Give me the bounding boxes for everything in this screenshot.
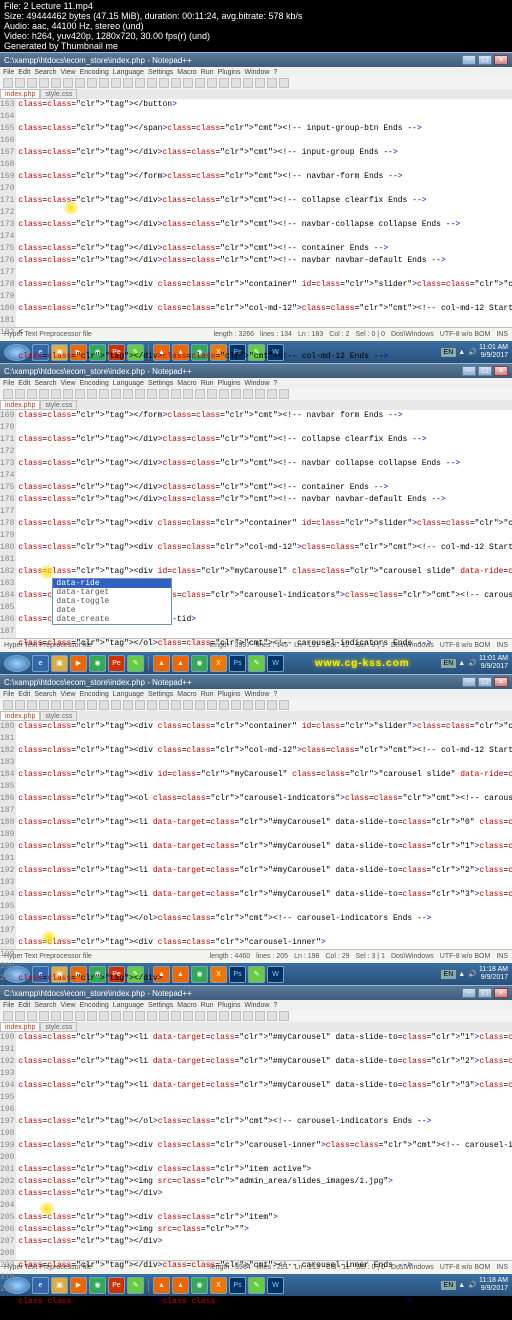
tab-active[interactable]: index.php	[0, 89, 40, 99]
toolbar[interactable]	[0, 77, 512, 89]
titlebar[interactable]: C:\xampp\htdocs\ecom_store\index.php - N…	[0, 364, 512, 378]
minimize-button[interactable]: −	[462, 55, 476, 65]
close-button[interactable]: ✕	[494, 55, 508, 65]
meta-gen: Generated by Thumbnail me	[4, 41, 508, 51]
tab-inactive[interactable]: style.css	[40, 89, 77, 99]
titlebar[interactable]: C:\xampp\htdocs\ecom_store\index.php - N…	[0, 53, 512, 67]
video-metadata: File: 2 Lecture 11.mp4 Size: 49444462 by…	[0, 0, 512, 52]
meta-video: Video: h264, yuv420p, 1280x720, 30.00 fp…	[4, 31, 508, 41]
taskbar[interactable]: e ▣ ▶ ◉ Pe ✎ ▲ ▲ ◉ X Ps ✎ W www.cg-kss.c…	[0, 652, 512, 674]
editor[interactable]: 1901911921931941951961971981992002012022…	[0, 1032, 512, 1260]
editor[interactable]: 1691701711721731741751761771781791801811…	[0, 410, 512, 638]
editor[interactable]: 1801811821831841851861871881891901911921…	[0, 721, 512, 949]
autocomplete-popup[interactable]: data-ride data-target data-toggle date d…	[52, 578, 172, 625]
window-4: C:\xampp\htdocs\ecom_store\index.php - N…	[0, 985, 512, 1296]
window-1: C:\xampp\htdocs\ecom_store\index.php - N…	[0, 52, 512, 363]
window-3: C:\xampp\htdocs\ecom_store\index.php - N…	[0, 674, 512, 985]
tabs[interactable]: index.php style.css	[0, 89, 512, 99]
maximize-button[interactable]: ☐	[478, 55, 492, 65]
meta-audio: Audio: aac, 44100 Hz, stereo (und)	[4, 21, 508, 31]
meta-file: File: 2 Lecture 11.mp4	[4, 1, 508, 11]
watermark: www.cg-kss.com	[286, 658, 439, 669]
editor[interactable]: 1631641651661671681691701711721731741751…	[0, 99, 512, 327]
menubar[interactable]: FileEditSearchViewEncodingLanguageSettin…	[0, 378, 512, 388]
gutter: 1631641651661671681691701711721731741751…	[0, 99, 16, 327]
meta-size: Size: 49444462 bytes (47.15 MiB), durati…	[4, 11, 508, 21]
code-area[interactable]: class=class="clr">"tag"></button>class=c…	[16, 99, 512, 327]
app-title: C:\xampp\htdocs\ecom_store\index.php - N…	[4, 56, 192, 65]
window-2: C:\xampp\htdocs\ecom_store\index.php - N…	[0, 363, 512, 674]
menubar[interactable]: FileEditSearchViewEncodingLanguageSettin…	[0, 67, 512, 77]
toolbar[interactable]	[0, 388, 512, 400]
